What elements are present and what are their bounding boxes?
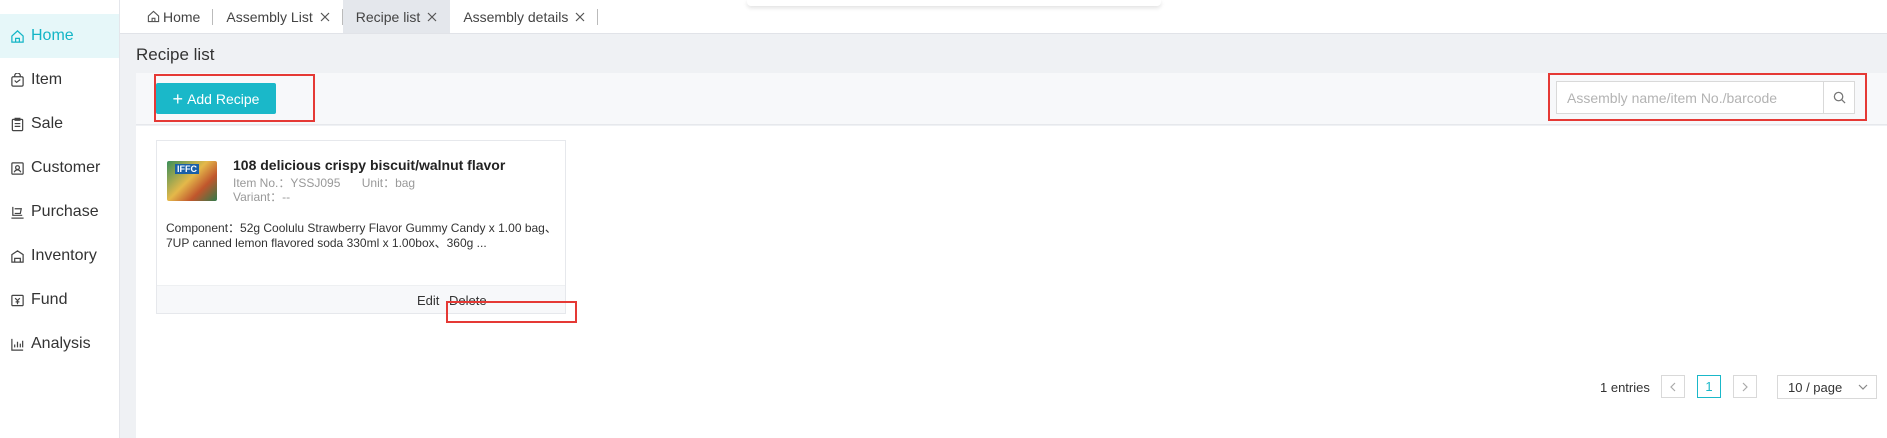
sidebar-item-label: Purchase [31,203,99,220]
sidebar-item-label: Sale [31,115,64,132]
home-icon [147,10,160,23]
sidebar-item-label: Analysis [31,335,91,352]
plus-icon: + [172,88,184,109]
cart-icon [9,204,25,220]
bag-icon [9,72,25,88]
add-recipe-label: Add Recipe [187,90,260,107]
tab-label: Assembly List [226,8,313,25]
chevron-left-icon [1669,382,1677,392]
next-page-button[interactable] [1733,375,1757,398]
search-input[interactable] [1557,82,1823,113]
tab-separator [597,9,599,25]
sidebar-item-label: Customer [31,159,101,176]
tab-label: Assembly details [463,8,569,25]
home-icon [9,28,25,44]
tab-assembly-details[interactable]: Assembly details [450,0,599,33]
product-thumbnail: IFFC [167,161,217,201]
tab-recipe-list[interactable]: Recipe list [342,0,451,33]
close-icon[interactable] [427,12,437,22]
sidebar-item-sale[interactable]: Sale [0,102,119,146]
popup-panel-edge [747,0,1161,6]
tab-home[interactable]: Home [120,0,214,33]
sidebar-item-item[interactable]: Item [0,58,119,102]
add-recipe-button[interactable]: + Add Recipe [156,83,276,114]
tab-label: Recipe list [355,8,421,25]
sidebar-item-label: Home [31,27,74,44]
thumbnail-brand: IFFC [175,164,199,174]
sidebar: Home Item Sale Customer Purchase Invento… [0,0,120,438]
close-icon[interactable] [575,12,585,22]
highlight-box-actions [446,301,577,323]
sidebar-item-purchase[interactable]: Purchase [0,190,119,234]
sidebar-item-customer[interactable]: Customer [0,146,119,190]
search-button[interactable] [1823,82,1854,113]
sidebar-item-analysis[interactable]: Analysis [0,322,119,366]
sidebar-item-inventory[interactable]: Inventory [0,234,119,278]
search-icon [1833,91,1846,104]
page-title: Recipe list [136,45,215,64]
page-number-button[interactable]: 1 [1697,375,1721,398]
product-name: 108 delicious crispy biscuit/walnut flav… [233,157,506,173]
page-size-label: 10 / page [1788,379,1843,395]
tab-assembly-list[interactable]: Assembly List [213,0,343,33]
tab-label: Home [163,8,201,25]
chevron-right-icon [1741,382,1749,392]
contact-card-icon [9,160,25,176]
entries-count: 1 entries [1600,380,1650,395]
wallet-icon [9,292,25,308]
recipe-card: IFFC 108 delicious crispy biscuit/walnut… [156,140,566,314]
product-variant: Variant：-- [233,190,291,204]
component-list: Component：52g Coolulu Strawberry Flavor … [166,221,557,250]
sidebar-item-label: Fund [31,291,68,308]
clipboard-icon [9,116,25,132]
sidebar-item-label: Inventory [31,247,97,264]
bar-chart-icon [9,336,25,352]
chevron-down-icon [1858,382,1868,392]
page-size-select[interactable]: 10 / page [1777,375,1877,399]
product-unit: Unit：bag [361,176,416,190]
sidebar-item-label: Item [31,71,63,88]
sidebar-item-fund[interactable]: Fund [0,278,119,322]
search-box [1556,81,1855,114]
warehouse-icon [9,248,25,264]
prev-page-button[interactable] [1661,375,1685,398]
sidebar-item-home[interactable]: Home [0,14,119,58]
close-icon[interactable] [320,12,330,22]
edit-button[interactable]: Edit [417,293,439,308]
content-area: Recipe list + Add Recipe IFFC 108 delici… [120,34,1887,438]
toolbar: + Add Recipe [136,73,1887,125]
